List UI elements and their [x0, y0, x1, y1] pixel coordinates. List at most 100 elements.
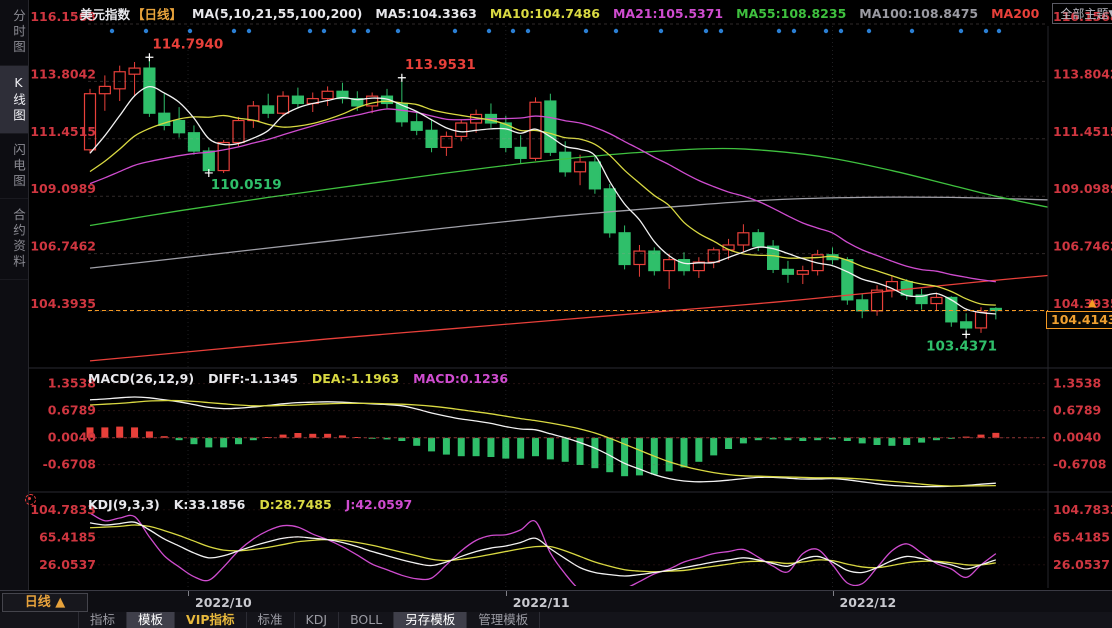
event-dot[interactable] [110, 29, 114, 33]
legend-item: MACD(26,12,9) [88, 371, 194, 386]
candle-body [203, 151, 214, 171]
event-dot[interactable] [247, 29, 251, 33]
legend-item: DEA:-1.1963 [312, 371, 399, 386]
theme-selector-button[interactable]: 全部主题▼ [1052, 3, 1112, 24]
macd-bar [888, 438, 895, 446]
event-dot[interactable] [144, 29, 148, 33]
macd-bar [413, 438, 420, 446]
candle-body [560, 152, 571, 172]
candle-body [85, 94, 96, 150]
tab-管理模板[interactable]: 管理模板 [467, 612, 540, 628]
event-dot[interactable] [719, 29, 723, 33]
event-dot[interactable] [366, 29, 370, 33]
axis-label: 26.0537 [1053, 557, 1110, 572]
axis-label: 65.4185 [39, 529, 96, 544]
tab-模板[interactable]: 模板 [127, 612, 175, 628]
candle-body [456, 123, 467, 136]
legend-item: MACD:0.1236 [413, 371, 508, 386]
event-dot[interactable] [396, 29, 400, 33]
macd-bar [918, 438, 925, 443]
event-dot[interactable] [322, 29, 326, 33]
axis-label: 113.8042 [30, 66, 96, 81]
event-dot[interactable] [614, 29, 618, 33]
macd-bar [235, 438, 242, 444]
event-dot[interactable] [910, 29, 914, 33]
event-dot[interactable] [453, 29, 457, 33]
event-dot[interactable] [824, 29, 828, 33]
macd-bar [502, 438, 509, 459]
ma100-line [90, 197, 1048, 268]
bottom-tab-bar: 指标模板VIP指标标准KDJBOLL另存模板管理模板 [0, 612, 1112, 628]
macd-bar [992, 433, 999, 438]
macd-bar [666, 438, 673, 472]
ma5-line [90, 87, 996, 314]
tab-KDJ[interactable]: KDJ [295, 612, 340, 628]
event-dot[interactable] [997, 29, 1001, 33]
macd-bar [309, 434, 316, 438]
event-dot[interactable] [188, 29, 192, 33]
axis-label: 1.3538 [1053, 376, 1101, 391]
event-dot[interactable] [308, 29, 312, 33]
candle-body [575, 162, 586, 172]
macd-bar [116, 427, 123, 438]
event-dot[interactable] [839, 29, 843, 33]
macd-bar [131, 427, 138, 437]
price-annotation: 103.4371 [926, 338, 997, 354]
kdj-k-line [90, 522, 996, 576]
tab-指标[interactable]: 指标 [78, 612, 127, 628]
event-dot[interactable] [792, 29, 796, 33]
candle-body [961, 322, 972, 328]
sidebar-item-合约资料[interactable]: 合约资料 [0, 199, 28, 280]
event-dot[interactable] [526, 29, 530, 33]
event-dot[interactable] [584, 29, 588, 33]
main-chart[interactable]: 116.1568116.1568113.8042113.8042111.4515… [0, 0, 1112, 628]
event-dot[interactable] [659, 29, 663, 33]
sidebar-item-K线图[interactable]: K线图 [0, 66, 28, 134]
axis-label: 104.3935 [1053, 296, 1112, 311]
kdj-panel [90, 513, 996, 593]
tab-VIP指标[interactable]: VIP指标 [175, 612, 247, 628]
macd-bar [874, 438, 881, 445]
event-dot[interactable] [511, 29, 515, 33]
macd-bar [324, 434, 331, 438]
candle-body [248, 106, 259, 121]
candle-body [589, 162, 600, 189]
event-dot[interactable] [959, 29, 963, 33]
sidebar-item-闪电图[interactable]: 闪电图 [0, 134, 28, 200]
legend-item: D:28.7485 [259, 497, 331, 512]
ma21-line [90, 109, 996, 282]
sidebar-item-分时图[interactable]: 分时图 [0, 0, 28, 66]
ma-legend-item: MA55:108.8235 [736, 6, 846, 21]
axis-label: 26.0537 [39, 557, 96, 572]
macd-bar [859, 438, 866, 444]
candle-body [144, 68, 155, 113]
ma-legend: MA(5,10,21,55,100,200)MA5:104.3363MA10:1… [192, 6, 1052, 21]
candle-body [857, 300, 868, 311]
tab-BOLL[interactable]: BOLL [339, 612, 394, 628]
candle-body [708, 250, 719, 262]
event-dot[interactable] [232, 29, 236, 33]
event-dot[interactable] [487, 29, 491, 33]
axis-label: -0.6708 [1053, 457, 1106, 472]
candle-body [411, 122, 422, 131]
macd-bar [101, 427, 108, 437]
price-up-arrow-icon: ▲ [1088, 296, 1096, 309]
candle-body [322, 91, 333, 98]
axis-label: 0.0040 [48, 430, 97, 445]
indicator-settings-icon[interactable] [25, 494, 36, 505]
event-dot[interactable] [352, 29, 356, 33]
tab-另存模板[interactable]: 另存模板 [394, 612, 467, 628]
legend-item: DIFF:-1.1345 [208, 371, 298, 386]
macd-bar [562, 438, 569, 462]
current-price-tag: 104.4143 [1046, 311, 1112, 329]
kdj-legend: KDJ(9,3,3)K:33.1856D:28.7485J:42.0597 [88, 497, 426, 512]
event-dot[interactable] [867, 29, 871, 33]
candle-body [99, 86, 110, 93]
event-dot[interactable] [704, 29, 708, 33]
macd-bar [146, 431, 153, 437]
event-dot[interactable] [984, 29, 988, 33]
period-selector[interactable]: 日线 ▲ [2, 593, 88, 612]
chart-header: 美元指数 【日线】 MA(5,10,21,55,100,200)MA5:104.… [80, 2, 1108, 24]
tab-标准[interactable]: 标准 [247, 612, 295, 628]
event-dot[interactable] [777, 29, 781, 33]
